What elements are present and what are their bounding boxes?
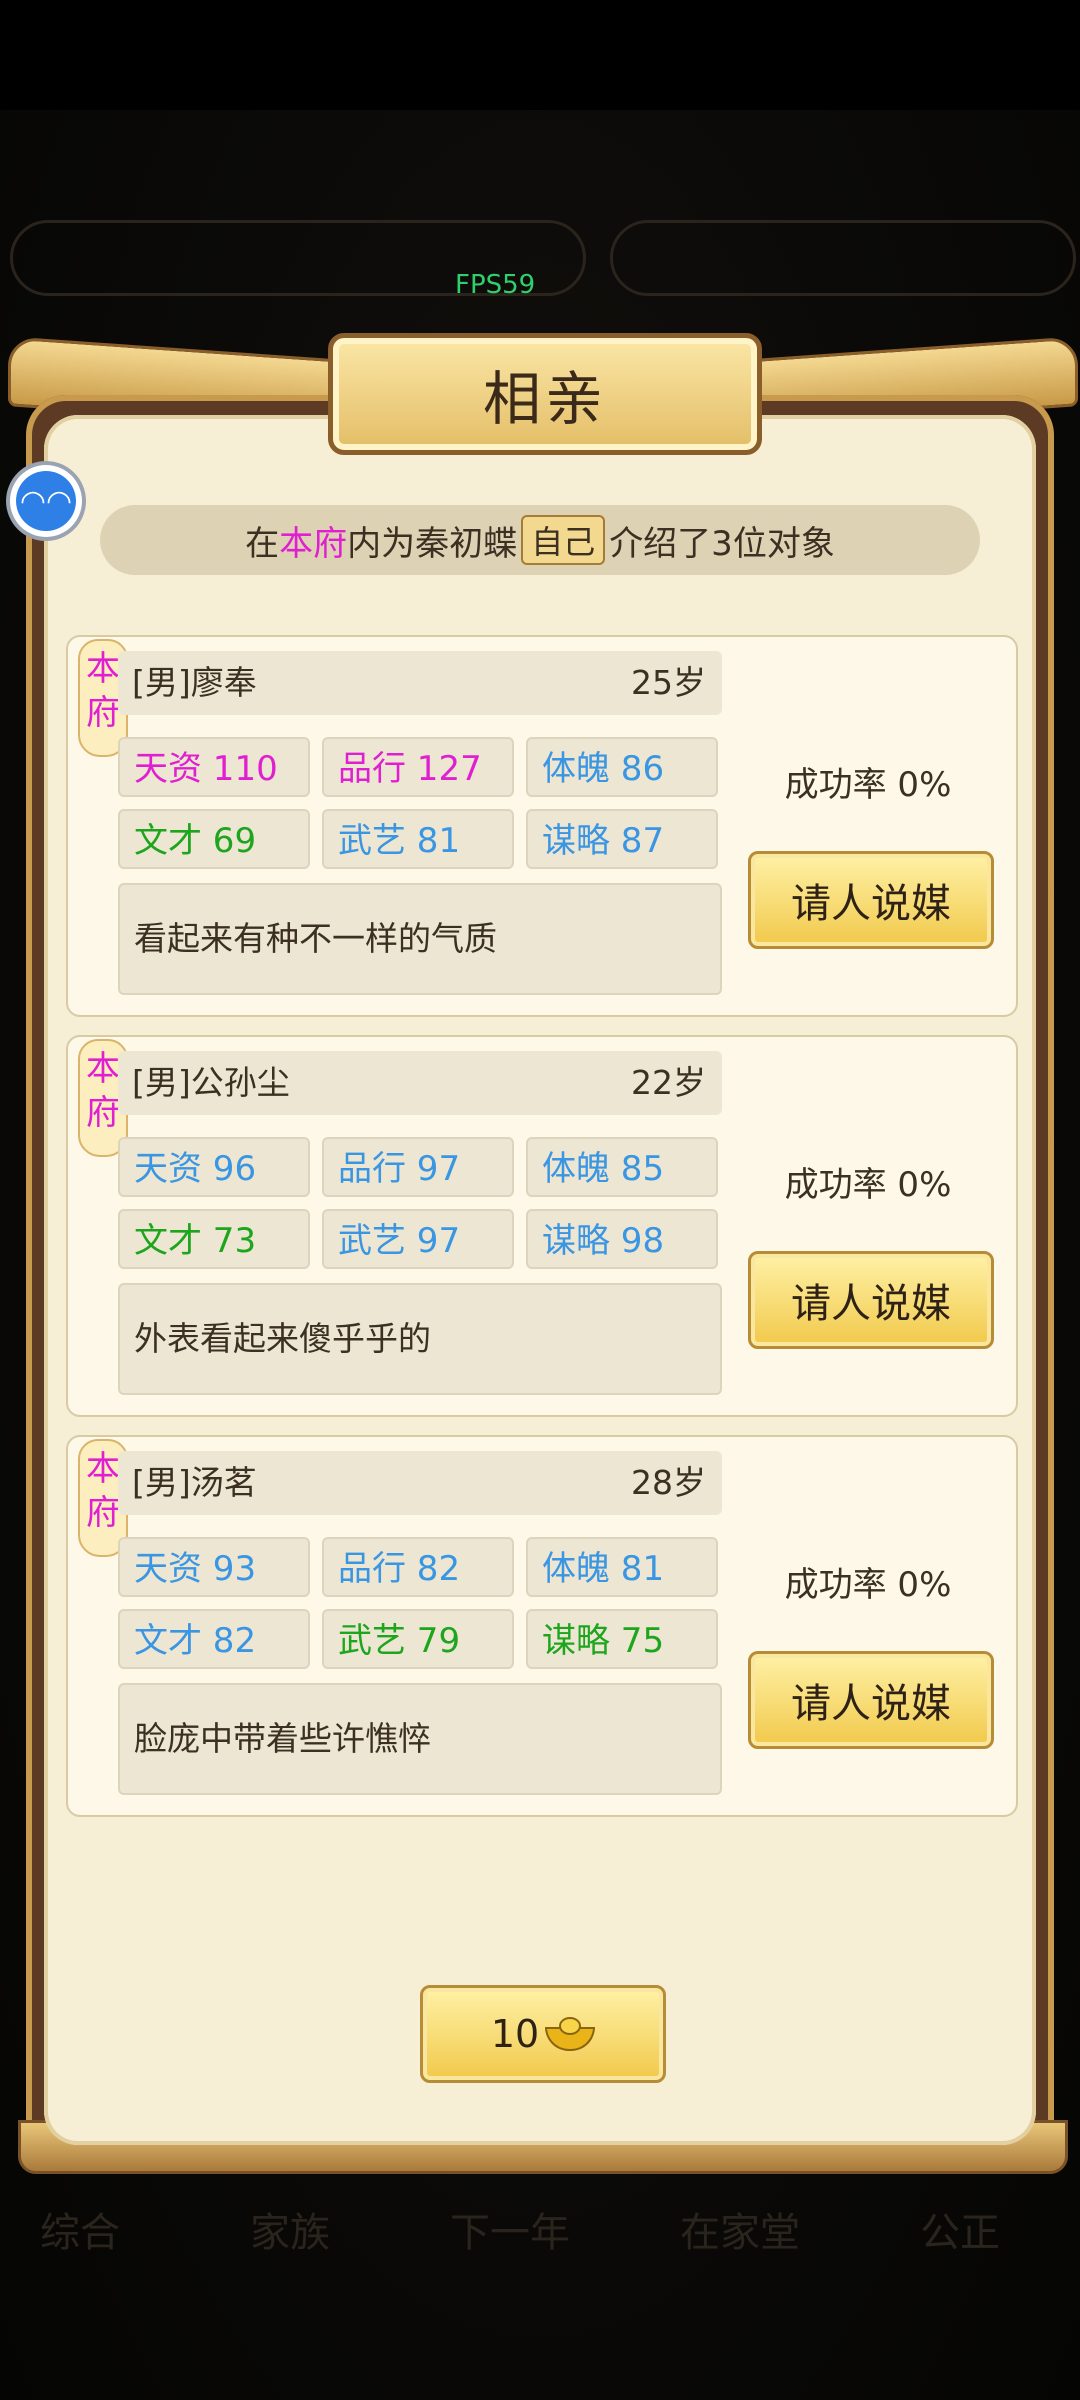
- gold-ingot-icon: [545, 2017, 596, 2051]
- stat-physique: 体魄 81: [526, 1537, 718, 1597]
- fps-counter: FPS59: [455, 270, 536, 300]
- candidate-description: 看起来有种不一样的气质: [118, 883, 722, 995]
- candidate-age: 22岁: [631, 1063, 706, 1102]
- matchmaker-button[interactable]: 请人说媒: [748, 1651, 994, 1749]
- success-rate: 成功率 0%: [784, 1565, 952, 1605]
- candidate-name-row: [男]公孙尘 22岁: [118, 1051, 722, 1115]
- candidate-card: 本府 [男]廖奉 25岁 天资 110 品行 127 体魄 86 文才 69 武…: [66, 635, 1018, 1017]
- candidate-age: 25岁: [631, 663, 706, 702]
- stat-conduct: 品行 127: [322, 737, 514, 797]
- candidate-name: [男]公孙尘: [132, 1063, 290, 1102]
- stat-martial: 武艺 97: [322, 1209, 514, 1269]
- candidate-name-row: [男]廖奉 25岁: [118, 651, 722, 715]
- bg-nav-item: 下一年: [450, 2210, 570, 2256]
- candidate-description: 脸庞中带着些许憔悴: [118, 1683, 722, 1795]
- cost-amount: 10: [490, 2012, 540, 2056]
- stat-aptitude: 天资 110: [118, 737, 310, 797]
- stat-aptitude: 天资 93: [118, 1537, 310, 1597]
- intro-suffix: 介绍了3位对象: [609, 523, 835, 564]
- dialog-title: 相亲: [482, 365, 607, 433]
- refresh-cost-button[interactable]: 10: [420, 1985, 666, 2083]
- success-rate: 成功率 0%: [784, 765, 952, 805]
- success-rate: 成功率 0%: [784, 1165, 952, 1205]
- stat-literature: 文才 69: [118, 809, 310, 869]
- stat-strategy: 谋略 98: [526, 1209, 718, 1269]
- bg-nav-item: 综合: [40, 2210, 120, 2256]
- bg-resource-bar: [610, 220, 1076, 296]
- matchmaker-button[interactable]: 请人说媒: [748, 851, 994, 949]
- candidate-description: 外表看起来傻乎乎的: [118, 1283, 722, 1395]
- bg-nav-item: 公正: [920, 2210, 1000, 2256]
- stat-physique: 体魄 85: [526, 1137, 718, 1197]
- stat-literature: 文才 82: [118, 1609, 310, 1669]
- stat-strategy: 谋略 87: [526, 809, 718, 869]
- stat-conduct: 品行 97: [322, 1137, 514, 1197]
- matchmaker-button[interactable]: 请人说媒: [748, 1251, 994, 1349]
- bg-nav-item: 在家堂: [680, 2210, 800, 2256]
- stat-martial: 武艺 81: [322, 809, 514, 869]
- intro-prefix: 在: [245, 523, 280, 564]
- intro-house: 本府: [279, 523, 348, 564]
- stat-conduct: 品行 82: [322, 1537, 514, 1597]
- floating-assistant-button[interactable]: ◠◠: [10, 465, 82, 537]
- stat-literature: 文才 73: [118, 1209, 310, 1269]
- intro-self-tag: 自己: [521, 515, 606, 565]
- stat-martial: 武艺 79: [322, 1609, 514, 1669]
- stat-physique: 体魄 86: [526, 737, 718, 797]
- bg-nav-item: 家族: [250, 2210, 330, 2256]
- smile-face-icon: ◠◠: [16, 471, 76, 531]
- candidate-age: 28岁: [631, 1463, 706, 1502]
- intro-middle: 内为秦初蝶: [347, 523, 518, 564]
- candidate-name-row: [男]汤茗 28岁: [118, 1451, 722, 1515]
- candidate-card: 本府 [男]汤茗 28岁 天资 93 品行 82 体魄 81 文才 82 武艺 …: [66, 1435, 1018, 1817]
- candidate-name: [男]廖奉: [132, 663, 257, 702]
- intro-banner: 在 本府 内为秦初蝶 自己 介绍了3位对象: [100, 505, 980, 575]
- candidate-card: 本府 [男]公孙尘 22岁 天资 96 品行 97 体魄 85 文才 73 武艺…: [66, 1035, 1018, 1417]
- stat-strategy: 谋略 75: [526, 1609, 718, 1669]
- stat-aptitude: 天资 96: [118, 1137, 310, 1197]
- candidate-name: [男]汤茗: [132, 1463, 257, 1502]
